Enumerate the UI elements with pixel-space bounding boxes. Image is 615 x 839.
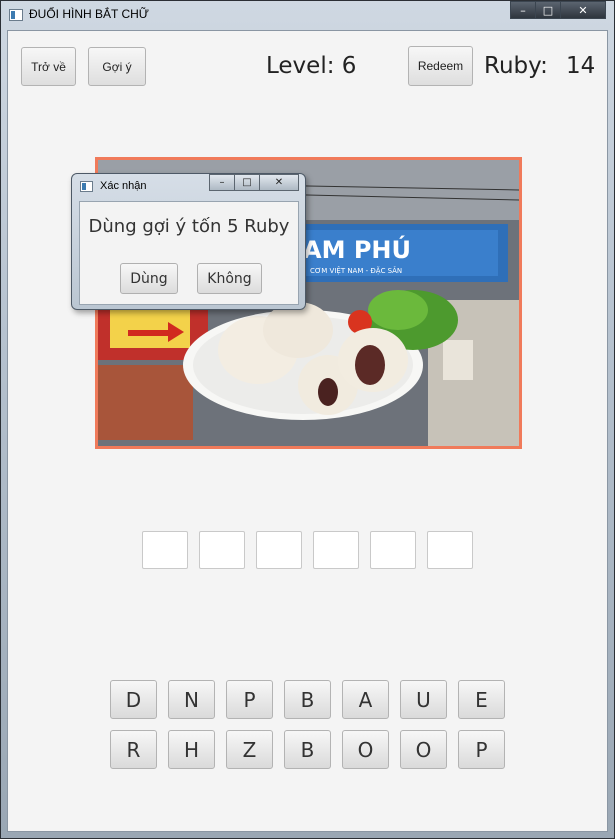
answer-slot[interactable] [313, 531, 359, 569]
redeem-button[interactable]: Redeem [408, 46, 473, 86]
sign-subtext: CƠM VIỆT NAM - ĐẶC SẢN [310, 266, 402, 275]
letter-tile[interactable]: N [168, 680, 215, 719]
letter-tile[interactable]: B [284, 680, 331, 719]
letter-row-1: D N P B A U E [110, 680, 505, 719]
dialog-message: Dùng gợi ý tốn 5 Ruby [88, 216, 290, 237]
answer-slot[interactable] [370, 531, 416, 569]
letter-tile[interactable]: H [168, 730, 215, 769]
letter-tile[interactable]: P [458, 730, 505, 769]
dialog-minimize-button[interactable]: – [209, 174, 235, 191]
dialog-title: Xác nhận [100, 180, 147, 192]
letter-tile[interactable]: E [458, 680, 505, 719]
letter-tile[interactable]: U [400, 680, 447, 719]
letter-tile[interactable]: O [342, 730, 389, 769]
maximize-button[interactable]: □ [535, 1, 561, 19]
window-controls: – □ ✕ [510, 1, 606, 21]
letter-tile[interactable]: A [342, 680, 389, 719]
dialog-body: Dùng gợi ý tốn 5 Ruby Dùng Không [79, 201, 299, 305]
answer-slot[interactable] [142, 531, 188, 569]
dialog-close-button[interactable]: ✕ [259, 174, 299, 191]
dialog-app-icon [80, 181, 93, 192]
ruby-label: Ruby: [484, 53, 548, 79]
game-area: Trở về Gợi ý Level: 6 Redeem Ruby: 14 AM… [7, 30, 608, 832]
back-button[interactable]: Trở về [21, 47, 76, 86]
dialog-maximize-button[interactable]: □ [234, 174, 260, 191]
letter-tile[interactable]: B [284, 730, 331, 769]
letter-tile[interactable]: D [110, 680, 157, 719]
window-title: ĐUỔI HÌNH BẮT CHỮ [29, 7, 150, 21]
close-button[interactable]: ✕ [560, 1, 606, 19]
answer-slot[interactable] [427, 531, 473, 569]
answer-slot[interactable] [256, 531, 302, 569]
hint-button[interactable]: Gợi ý [88, 47, 146, 86]
letter-tile[interactable]: P [226, 680, 273, 719]
app-icon [9, 9, 23, 21]
answer-slot[interactable] [199, 531, 245, 569]
level-indicator: Level: 6 [266, 53, 357, 79]
letter-row-2: R H Z B O O P [110, 730, 505, 769]
letter-tile[interactable]: R [110, 730, 157, 769]
answer-row [142, 531, 473, 569]
app-window: ĐUỔI HÌNH BẮT CHỮ – □ ✕ Trở về Gợi ý Lev… [0, 0, 615, 839]
letter-tile[interactable]: O [400, 730, 447, 769]
ruby-count: 14 [566, 53, 596, 79]
minimize-button[interactable]: – [510, 1, 536, 19]
title-bar[interactable]: ĐUỔI HÌNH BẮT CHỮ – □ ✕ [1, 1, 614, 29]
confirm-use-button[interactable]: Dùng [120, 263, 178, 294]
decline-button[interactable]: Không [197, 263, 262, 294]
confirm-dialog: Xác nhận – □ ✕ Dùng gợi ý tốn 5 Ruby Dùn… [71, 173, 306, 310]
sign-text: AM PHÚ [303, 234, 411, 264]
dialog-window-controls: – □ ✕ [209, 174, 299, 191]
letter-tile[interactable]: Z [226, 730, 273, 769]
